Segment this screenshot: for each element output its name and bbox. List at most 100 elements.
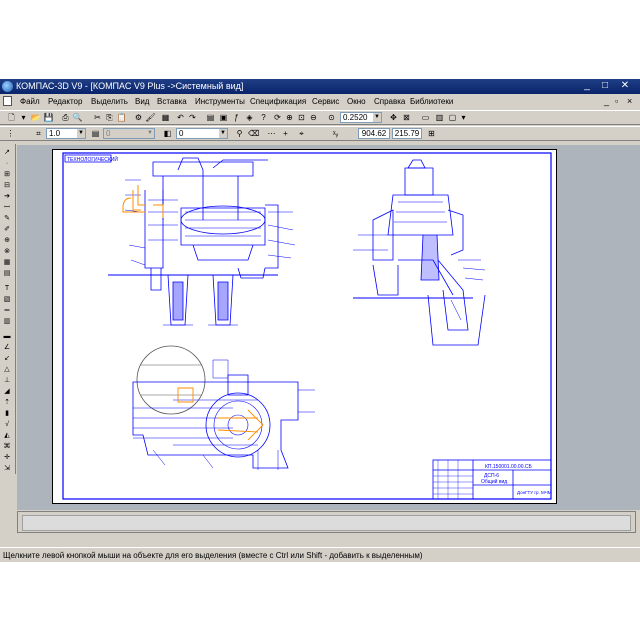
menu-help[interactable]: Справка: [374, 97, 405, 106]
view-mode-icon[interactable]: ▢: [447, 112, 458, 123]
cut-icon[interactable]: ✂: [92, 112, 103, 123]
param-icon[interactable]: ⊕: [2, 236, 12, 245]
state-icon[interactable]: ▤: [90, 128, 101, 139]
new-document-icon[interactable]: 🗋: [6, 112, 17, 123]
local-cs-icon[interactable]: ⌖: [296, 128, 307, 139]
options-icon[interactable]: ⋯: [266, 128, 277, 139]
dropdown-arrow-icon[interactable]: ▾: [18, 112, 29, 123]
measure-icon[interactable]: ⊗: [2, 247, 12, 256]
menu-view[interactable]: Вид: [135, 97, 149, 106]
drawing-sheet[interactable]: ТЕХНОЛОГИЧЕСКИЙ КП.150001.00.00.СБ ДСП-6…: [52, 149, 557, 504]
chevron-down-icon[interactable]: ▼: [77, 129, 85, 138]
leader-icon[interactable]: ↙: [2, 354, 12, 363]
triangle-icon[interactable]: △: [2, 365, 12, 374]
dropdown-arrow-icon-2[interactable]: ▾: [458, 112, 469, 123]
undo-icon[interactable]: ↶: [175, 112, 186, 123]
chevron-down-icon[interactable]: ▼: [146, 129, 154, 138]
position-icon[interactable]: ⌘: [2, 442, 12, 451]
paste-icon[interactable]: 📋: [116, 112, 127, 123]
base-icon[interactable]: ⊥: [2, 376, 12, 385]
grid-icon[interactable]: ⊞: [426, 128, 437, 139]
bar-tool-icon[interactable]: ▬: [2, 332, 12, 341]
menu-service[interactable]: Сервис: [312, 97, 339, 106]
spec-icon[interactable]: ▤: [2, 269, 12, 278]
zoom-out-icon[interactable]: ⊖: [308, 112, 319, 123]
pen-icon[interactable]: ✎: [2, 214, 12, 223]
menu-insert[interactable]: Вставка: [157, 97, 187, 106]
line-scale-combo[interactable]: 1.0 ▼: [46, 128, 86, 139]
menu-libraries[interactable]: Библиотеки: [410, 97, 453, 106]
page-icon[interactable]: ▭: [420, 112, 431, 123]
print-preview-icon[interactable]: 🔍: [72, 112, 83, 123]
chevron-down-icon[interactable]: ▼: [219, 129, 227, 138]
roughness-icon[interactable]: √: [2, 420, 12, 429]
grid-step-icon[interactable]: ⌗: [33, 128, 44, 139]
close-icon[interactable]: ✕: [618, 80, 632, 92]
menu-specification[interactable]: Спецификация: [250, 97, 306, 106]
geometry-icon[interactable]: ↗: [2, 148, 12, 157]
angle-tool-icon[interactable]: ∠: [2, 343, 12, 352]
print-icon[interactable]: ⎙: [60, 112, 71, 123]
drawing-canvas[interactable]: ТЕХНОЛОГИЧЕСКИЙ КП.150001.00.00.СБ ДСП-6…: [17, 145, 640, 510]
mdi-close-icon[interactable]: ×: [627, 96, 632, 106]
display-mode-icon[interactable]: ▥: [434, 112, 445, 123]
coord-y-field[interactable]: 215.79: [392, 128, 422, 139]
variables-icon[interactable]: ▣: [218, 112, 229, 123]
show-all-icon[interactable]: ⊠: [401, 112, 412, 123]
mdi-minimize-icon[interactable]: _: [604, 96, 609, 106]
state-combo[interactable]: 0 ▼: [103, 128, 155, 139]
weld-icon[interactable]: ◭: [2, 431, 12, 440]
menu-editor[interactable]: Редактор: [48, 97, 82, 106]
document-icon[interactable]: [3, 96, 12, 106]
chevron-down-icon[interactable]: ▼: [373, 113, 381, 122]
menu-window[interactable]: Окно: [347, 97, 366, 106]
ortho-icon[interactable]: +: [280, 128, 291, 139]
refresh-icon[interactable]: ⟳: [272, 112, 283, 123]
properties-icon[interactable]: ⚙: [133, 112, 144, 123]
select-icon[interactable]: ⊟: [2, 181, 12, 190]
pan-icon[interactable]: ✥: [388, 112, 399, 123]
function-icon[interactable]: ƒ: [231, 112, 242, 123]
dimension-icon[interactable]: ⊞: [2, 170, 12, 179]
menu-tools[interactable]: Инструменты: [195, 97, 245, 106]
layers-icon[interactable]: ▦: [2, 258, 12, 267]
kompas-app-icon[interactable]: [2, 81, 13, 92]
layer-combo[interactable]: 0 ▼: [176, 128, 228, 139]
drawing-graphics: ТЕХНОЛОГИЧЕСКИЙ КП.150001.00.00.СБ ДСП-6…: [62, 152, 552, 500]
zoom-window-icon[interactable]: ⊡: [296, 112, 307, 123]
axis-icon[interactable]: ✛: [2, 453, 12, 462]
open-folder-icon[interactable]: 📂: [30, 112, 41, 123]
maximize-icon[interactable]: □: [598, 80, 612, 92]
help-pointer-icon[interactable]: ?: [258, 112, 269, 123]
menu-select[interactable]: Выделить: [91, 97, 128, 106]
edit-icon[interactable]: ✐: [2, 225, 12, 234]
copy-icon[interactable]: ⎘: [104, 112, 115, 123]
component-icon[interactable]: ◈: [244, 112, 255, 123]
mark-icon[interactable]: ◢: [2, 387, 12, 396]
designation-icon[interactable]: ꟷ: [2, 203, 12, 212]
eraser-icon[interactable]: ⌫: [248, 128, 259, 139]
tree-icon[interactable]: ▤: [205, 112, 216, 123]
manager-icon[interactable]: ▦: [160, 112, 171, 123]
cut-line-icon[interactable]: ▮: [2, 409, 12, 418]
brush-icon[interactable]: 🖌: [145, 112, 156, 123]
arrow-tool-icon[interactable]: ➔: [2, 192, 12, 201]
line-tool-icon[interactable]: ═: [2, 306, 12, 315]
snap-icon[interactable]: ⚲: [234, 128, 245, 139]
coord-x-field[interactable]: 904.62: [358, 128, 390, 139]
view-arrow-icon[interactable]: ⇡: [2, 398, 12, 407]
text-tool-icon[interactable]: T: [2, 284, 12, 293]
layer-icon[interactable]: ◧: [162, 128, 173, 139]
table-tool-icon[interactable]: ▥: [2, 317, 12, 326]
zoom-scale-icon[interactable]: ⊙: [326, 112, 337, 123]
zoom-in-icon[interactable]: ⊕: [284, 112, 295, 123]
minimize-icon[interactable]: _: [580, 80, 594, 92]
hatch-icon[interactable]: ▧: [2, 295, 12, 304]
transform-icon[interactable]: ⇲: [2, 464, 12, 473]
mdi-restore-icon[interactable]: ▫: [615, 96, 618, 106]
redo-icon[interactable]: ↷: [187, 112, 198, 123]
zoom-combo[interactable]: 0.2520 ▼: [340, 112, 382, 123]
save-icon[interactable]: 💾: [43, 112, 54, 123]
menu-file[interactable]: Файл: [20, 97, 40, 106]
point-icon[interactable]: ·: [2, 159, 12, 168]
